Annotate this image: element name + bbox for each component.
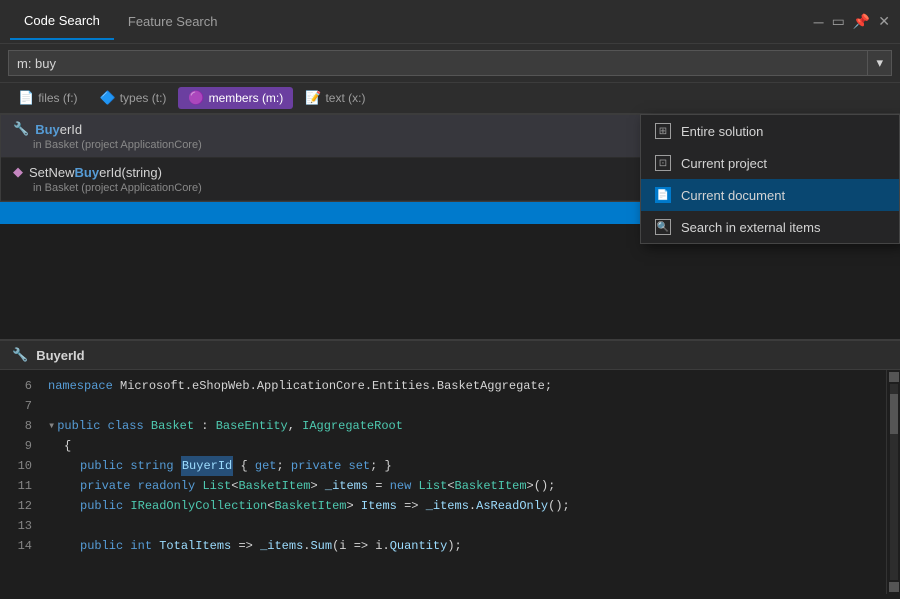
code-line-7 xyxy=(48,396,874,416)
filter-tabs: 📄 files (f:) 🔷 types (t:) 🟣 members (m:)… xyxy=(0,83,900,114)
scope-dropdown-menu: ⊞ Entire solution ⊡ Current project 📄 Cu… xyxy=(640,114,900,244)
scroll-thumb[interactable] xyxy=(890,394,898,434)
types-icon: 🔷 xyxy=(100,90,116,106)
line-num-7: 7 xyxy=(10,396,32,416)
line-num-12: 12 xyxy=(10,496,32,516)
result-rest-1: erId xyxy=(60,122,82,137)
entire-solution-icon: ⊞ xyxy=(655,123,671,139)
result-rest-2: erId(string) xyxy=(99,165,162,180)
pin-icon[interactable]: 📌 xyxy=(853,13,870,30)
current-document-label: Current document xyxy=(681,188,785,203)
scroll-track[interactable] xyxy=(890,384,898,580)
wrench-icon: 🔧 xyxy=(13,121,29,137)
filter-tab-text-label: text (x:) xyxy=(325,91,365,105)
scope-dropdown-button[interactable]: ▾ xyxy=(868,50,892,76)
dropdown-current-project[interactable]: ⊡ Current project xyxy=(641,147,899,179)
restore-icon[interactable]: ▭ xyxy=(832,13,845,30)
current-project-icon: ⊡ xyxy=(655,155,671,171)
files-icon: 📄 xyxy=(18,90,34,106)
line-num-11: 11 xyxy=(10,476,32,496)
tab-code-search[interactable]: Code Search xyxy=(10,3,114,40)
code-editor[interactable]: namespace Microsoft.eShopWeb.Application… xyxy=(36,370,886,594)
filter-tab-files-label: files (f:) xyxy=(38,91,77,105)
dropdown-search-external[interactable]: 🔍 Search in external items xyxy=(641,211,899,243)
line-num-14: 14 xyxy=(10,536,32,556)
code-content: 6 7 8 9 10 11 12 13 14 namespace Microso… xyxy=(0,370,900,594)
result-name-1: BuyerId xyxy=(35,122,82,137)
window-controls: ─ ▭ 📌 ✕ xyxy=(814,13,890,30)
filter-tab-text[interactable]: 📝 text (x:) xyxy=(295,87,375,109)
search-external-label: Search in external items xyxy=(681,220,820,235)
filter-tab-members[interactable]: 🟣 members (m:) xyxy=(178,87,293,109)
code-line-9: { xyxy=(48,436,874,456)
member-icon: ◆ xyxy=(13,164,23,180)
result-highlight-1: Buy xyxy=(35,122,60,137)
code-line-10: public string BuyerId { get; private set… xyxy=(48,456,874,476)
title-bar: Code Search Feature Search ─ ▭ 📌 ✕ xyxy=(0,0,900,44)
line-num-8: 8 xyxy=(10,416,32,436)
current-document-icon: 📄 xyxy=(655,187,671,203)
filter-tab-files[interactable]: 📄 files (f:) xyxy=(8,87,88,109)
line-num-10: 10 xyxy=(10,456,32,476)
scope-dropdown-icon: ▾ xyxy=(876,55,883,71)
code-header: 🔧 BuyerId xyxy=(0,341,900,370)
code-line-13 xyxy=(48,516,874,536)
kw-namespace: namespace xyxy=(48,376,113,396)
dropdown-current-document[interactable]: 📄 Current document xyxy=(641,179,899,211)
text-icon: 📝 xyxy=(305,90,321,106)
tab-feature-search[interactable]: Feature Search xyxy=(114,4,232,39)
line-numbers: 6 7 8 9 10 11 12 13 14 xyxy=(0,370,36,594)
code-header-icon: 🔧 xyxy=(12,347,28,363)
code-line-14: public int TotalItems => _items.Sum(i =>… xyxy=(48,536,874,556)
line-num-13: 13 xyxy=(10,516,32,536)
scroll-up-btn[interactable] xyxy=(889,372,899,382)
minimize-icon[interactable]: ─ xyxy=(814,14,824,30)
search-area: ▾ xyxy=(0,44,900,83)
dropdown-entire-solution[interactable]: ⊞ Entire solution xyxy=(641,115,899,147)
search-external-icon: 🔍 xyxy=(655,219,671,235)
scroll-down-btn[interactable] xyxy=(889,582,899,592)
collapse-arrow[interactable]: ▾ xyxy=(48,416,55,436)
code-line-12: public IReadOnlyCollection<BasketItem> I… xyxy=(48,496,874,516)
scrollbar[interactable] xyxy=(886,370,900,594)
code-panel-title: BuyerId xyxy=(36,348,84,363)
result-pre-2: SetNew xyxy=(29,165,75,180)
line-num-6: 6 xyxy=(10,376,32,396)
members-icon: 🟣 xyxy=(188,90,204,106)
highlight-buyerid: BuyerId xyxy=(181,456,233,476)
result-name-2: SetNewBuyerId(string) xyxy=(29,165,162,180)
result-highlight-2: Buy xyxy=(75,165,100,180)
code-line-6: namespace Microsoft.eShopWeb.Application… xyxy=(48,376,874,396)
results-section: 🔧 BuyerId in Basket (project Application… xyxy=(0,114,900,202)
code-line-8: ▾public class Basket : BaseEntity, IAggr… xyxy=(48,416,874,436)
search-input-row: ▾ xyxy=(8,50,892,76)
code-panel: 🔧 BuyerId 6 7 8 9 10 11 12 13 14 namespa… xyxy=(0,339,900,599)
current-project-label: Current project xyxy=(681,156,767,171)
code-line-11: private readonly List<BasketItem> _items… xyxy=(48,476,874,496)
close-icon[interactable]: ✕ xyxy=(878,13,890,30)
filter-tab-types-label: types (t:) xyxy=(120,91,167,105)
filter-tab-types[interactable]: 🔷 types (t:) xyxy=(90,87,177,109)
line-num-9: 9 xyxy=(10,436,32,456)
filter-tab-members-label: members (m:) xyxy=(209,91,284,105)
search-input[interactable] xyxy=(8,50,868,76)
entire-solution-label: Entire solution xyxy=(681,124,763,139)
